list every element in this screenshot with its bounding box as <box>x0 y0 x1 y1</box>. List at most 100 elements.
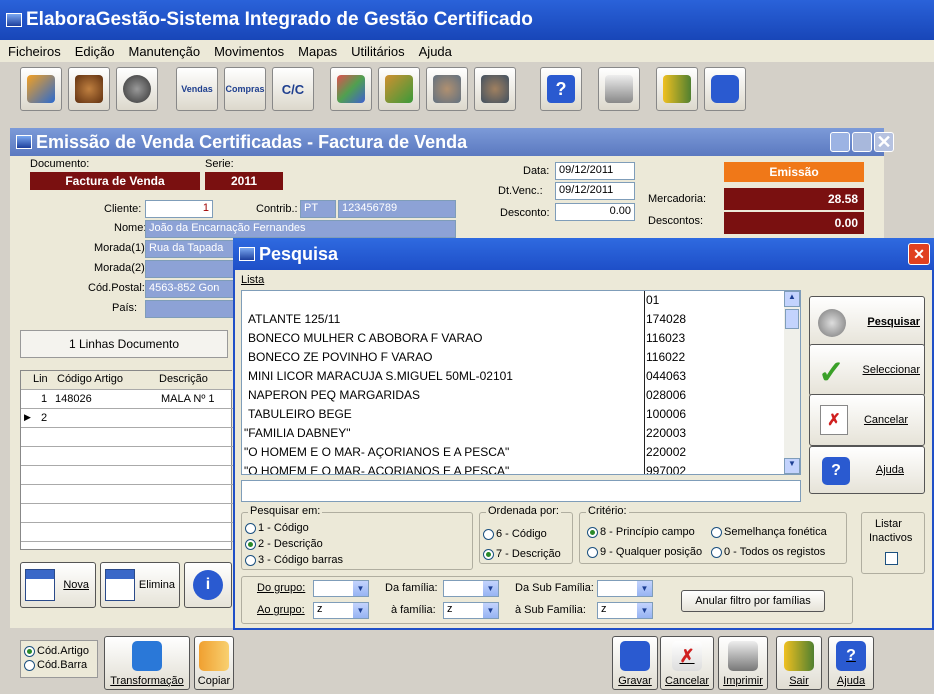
ajuda-button[interactable]: ? Ajuda <box>828 636 874 690</box>
contrib-field[interactable]: 123456789 <box>338 200 456 218</box>
imprimir-button[interactable]: Imprimir <box>718 636 768 690</box>
list-item[interactable]: TABULEIRO BEGE 100006 <box>242 407 782 426</box>
close-icon[interactable]: ✕ <box>908 243 930 265</box>
grid-cell-descricao[interactable]: MALA Nº 1 <box>161 393 215 405</box>
list-item[interactable]: "O HOMEM E O MAR- AÇORIANOS E A PESCA" 22… <box>242 445 782 464</box>
grid-cell-lin[interactable]: 1 <box>41 393 47 405</box>
toolbar-agent-button[interactable] <box>474 67 516 111</box>
scroll-thumb[interactable] <box>785 309 799 329</box>
list-item[interactable]: MINI LICOR MARACUJA S.MIGUEL 50ML-02101 0… <box>242 369 782 388</box>
minimize-button[interactable] <box>830 132 850 152</box>
criterio-fonetica-radio[interactable]: Semelhança fonética <box>711 526 827 538</box>
ajuda-dialog-button[interactable]: ? Ajuda <box>809 446 925 494</box>
ordenar-codigo-radio[interactable]: 6 - Código <box>483 528 547 540</box>
serie-field[interactable]: 2011 <box>205 172 283 190</box>
contrib-country-field[interactable]: PT <box>300 200 336 218</box>
list-item[interactable]: NAPERON PEQ MARGARIDAS 028006 <box>242 388 782 407</box>
table-row[interactable] <box>21 428 233 447</box>
seleccionar-button[interactable]: ✓ Seleccionar <box>809 344 925 396</box>
list-item[interactable]: BONECO ZE POVINHO F VARAO 116022 <box>242 350 782 369</box>
criterio-principio-radio[interactable]: 8 - Princípio campo <box>587 526 695 538</box>
tab-linhas-documento[interactable]: 1 Linhas Documento <box>20 330 228 358</box>
do-grupo-combo[interactable]: ▼ <box>313 580 369 597</box>
table-row[interactable] <box>21 447 233 466</box>
menu-mapas[interactable]: Mapas <box>298 44 337 59</box>
grid-cell-lin[interactable]: 2 <box>41 412 47 424</box>
table-row[interactable] <box>21 485 233 504</box>
results-list[interactable]: 01 ATLANTE 125/11 174028 BONECO MULHER C … <box>241 290 801 475</box>
pesquisar-barras-radio[interactable]: 3 - Código barras <box>245 554 343 566</box>
menu-movimentos[interactable]: Movimentos <box>214 44 284 59</box>
cancelar-button[interactable]: ✗ Cancelar <box>660 636 714 690</box>
info-button[interactable]: i <box>184 562 232 608</box>
toolbar-compras-button[interactable]: Compras <box>224 67 266 111</box>
documento-field[interactable]: Factura de Venda <box>30 172 200 190</box>
dtvenc-field[interactable]: 09/12/2011 <box>555 182 635 200</box>
list-item[interactable]: "O HOMEM E O MAR- AÇORIANOS E A PESCA" 99… <box>242 464 782 474</box>
copiar-button[interactable]: Copiar <box>194 636 234 690</box>
menu-ficheiros[interactable]: Ficheiros <box>8 44 61 59</box>
menu-ajuda[interactable]: Ajuda <box>419 44 452 59</box>
scroll-up-icon[interactable]: ▲ <box>784 291 800 307</box>
criterio-todos-radio[interactable]: 0 - Todos os registos <box>711 546 825 558</box>
pesquisar-codigo-radio[interactable]: 1 - Código <box>245 522 309 534</box>
cod-barra-radio[interactable]: Cód.Barra <box>24 659 87 671</box>
pesquisar-descricao-radio[interactable]: 2 - Descrição <box>245 538 323 550</box>
close-icon[interactable]: ✕ <box>874 132 894 152</box>
menu-edicao[interactable]: Edição <box>75 44 115 59</box>
transformacao-button[interactable]: Transformação <box>104 636 190 690</box>
chevron-down-icon[interactable]: ▼ <box>637 581 652 596</box>
gravar-button[interactable]: Gravar <box>612 636 658 690</box>
desconto-field[interactable]: 0.00 <box>555 203 635 221</box>
toolbar-user-button[interactable] <box>116 67 158 111</box>
maximize-button[interactable] <box>852 132 872 152</box>
toolbar-power-button[interactable] <box>704 67 746 111</box>
chevron-down-icon[interactable]: ▼ <box>483 581 498 596</box>
table-row[interactable] <box>21 523 233 542</box>
listar-inactivos-checkbox[interactable] <box>885 552 898 565</box>
sair-button[interactable]: Sair <box>776 636 822 690</box>
ao-grupo-combo[interactable]: z ▼ <box>313 602 369 619</box>
list-item[interactable]: 01 <box>242 293 782 312</box>
menu-utilitarios[interactable]: Utilitários <box>351 44 404 59</box>
table-row[interactable] <box>21 504 233 523</box>
toolbar-chart-button[interactable] <box>20 67 62 111</box>
chevron-down-icon[interactable]: ▼ <box>353 603 368 618</box>
menu-manutencao[interactable]: Manutenção <box>129 44 201 59</box>
chevron-down-icon[interactable]: ▼ <box>483 603 498 618</box>
list-item[interactable]: "FAMILIA DABNEY" 220003 <box>242 426 782 445</box>
table-row[interactable] <box>21 466 233 485</box>
pesquisar-button[interactable]: Pesquisar <box>809 296 925 348</box>
chevron-down-icon[interactable]: ▼ <box>637 603 652 618</box>
toolbar-group-button[interactable] <box>426 67 468 111</box>
list-item[interactable]: BONECO MULHER C ABOBORA F VARAO 116023 <box>242 331 782 350</box>
nova-button[interactable]: Nova <box>20 562 96 608</box>
toolbar-cc-button[interactable]: C/C <box>272 67 314 111</box>
toolbar-documents-button[interactable] <box>330 67 372 111</box>
toolbar-exit-button[interactable] <box>656 67 698 111</box>
cancelar-dialog-button[interactable]: ✗ Cancelar <box>809 394 925 446</box>
elimina-button[interactable]: Elimina <box>100 562 180 608</box>
scroll-down-icon[interactable]: ▼ <box>784 458 800 474</box>
da-sub-familia-combo[interactable]: ▼ <box>597 580 653 597</box>
nome-field[interactable]: João da Encarnação Fernandes <box>145 220 456 238</box>
search-input[interactable] <box>241 480 801 502</box>
table-row[interactable] <box>21 409 233 428</box>
chevron-down-icon[interactable]: ▼ <box>353 581 368 596</box>
data-field[interactable]: 09/12/2011 <box>555 162 635 180</box>
grid-cell-codigo[interactable]: 148026 <box>55 393 92 405</box>
list-scrollbar[interactable]: ▲ ▼ <box>784 291 800 474</box>
toolbar-help-button[interactable]: ? <box>540 67 582 111</box>
anular-filtro-button[interactable]: Anular filtro por famílias <box>681 590 825 612</box>
toolbar-print-button[interactable] <box>598 67 640 111</box>
da-familia-combo[interactable]: ▼ <box>443 580 499 597</box>
toolbar-clients-button[interactable] <box>68 67 110 111</box>
a-sub-familia-combo[interactable]: z ▼ <box>597 602 653 619</box>
toolbar-stock-button[interactable] <box>378 67 420 111</box>
criterio-posicao-radio[interactable]: 9 - Qualquer posição <box>587 546 702 558</box>
toolbar-vendas-button[interactable]: Vendas <box>176 67 218 111</box>
cliente-field[interactable]: 1 <box>145 200 213 218</box>
a-familia-combo[interactable]: z ▼ <box>443 602 499 619</box>
list-item[interactable]: ATLANTE 125/11 174028 <box>242 312 782 331</box>
cod-artigo-radio[interactable]: Cód.Artigo <box>24 645 89 657</box>
